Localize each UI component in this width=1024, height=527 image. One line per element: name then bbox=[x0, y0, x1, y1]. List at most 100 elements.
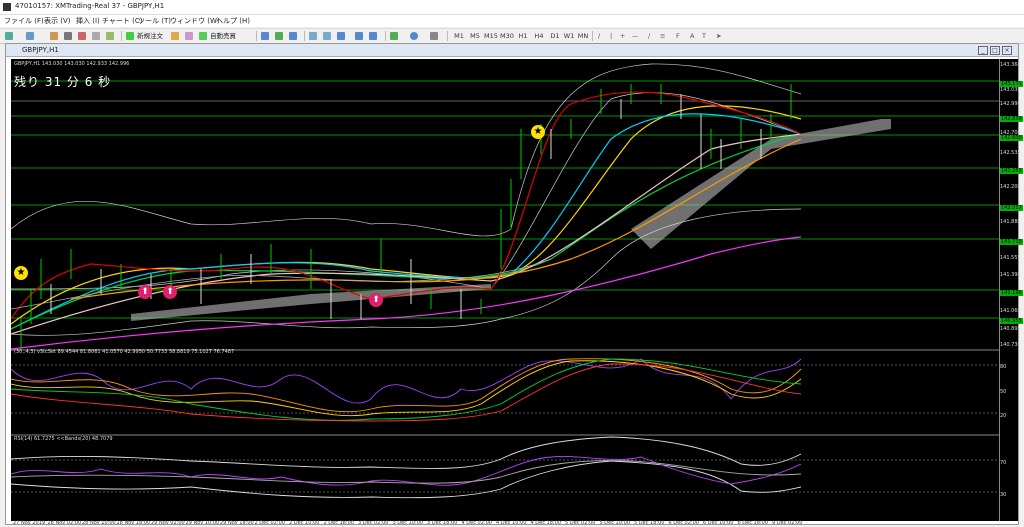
line-chart-icon[interactable] bbox=[289, 32, 297, 40]
price-axis-label: 142.830 bbox=[1000, 116, 1023, 122]
price-axis-label: 141.390 bbox=[1000, 272, 1021, 278]
templates-icon[interactable] bbox=[430, 32, 438, 40]
oscillator-axis-label: 20 bbox=[1000, 413, 1007, 419]
bar-chart-icon[interactable] bbox=[261, 32, 269, 40]
tf-w1[interactable]: W1 bbox=[562, 31, 576, 41]
auto-trade-icon[interactable] bbox=[199, 32, 207, 40]
time-axis-label: 6 Dec 18:00 bbox=[737, 520, 768, 526]
chart-window-titlebar: GBPJPY,H1 _ □ × bbox=[6, 44, 1018, 57]
fibonacci-icon[interactable]: F bbox=[676, 31, 680, 41]
tf-mn[interactable]: MN bbox=[576, 31, 590, 41]
channel-icon[interactable]: ≡ bbox=[660, 31, 665, 41]
time-axis-label: 29 Nov 10:00 bbox=[185, 520, 220, 526]
candlestick-icon[interactable] bbox=[275, 32, 283, 40]
metaeditor-icon[interactable] bbox=[171, 32, 179, 40]
tf-m1[interactable]: M1 bbox=[452, 31, 466, 41]
time-axis-label: 28 Nov 18:00 bbox=[116, 520, 151, 526]
time-axis-label: 6 Dec 10:00 bbox=[703, 520, 734, 526]
profiles-icon[interactable] bbox=[26, 32, 34, 40]
time-axis-label: 3 Dec 02:00 bbox=[358, 520, 389, 526]
alerts-icon[interactable] bbox=[185, 32, 193, 40]
trendline-icon[interactable]: / bbox=[648, 31, 650, 41]
price-axis-label: 141.196 bbox=[1000, 290, 1023, 296]
menu-window[interactable]: ウィンドウ (W) bbox=[170, 16, 220, 26]
price-axis-label: 141.555 bbox=[1000, 255, 1021, 261]
symbol-info: GBPJPY,H1 143.030 143.030 142.933 142.99… bbox=[14, 61, 130, 67]
menu-file[interactable]: ファイル (F) bbox=[4, 16, 44, 26]
autoscroll-icon[interactable] bbox=[355, 32, 363, 40]
menu-tools[interactable]: ツール (T) bbox=[138, 16, 171, 26]
minimize-icon[interactable]: _ bbox=[978, 46, 988, 55]
horizontal-line-icon[interactable]: — bbox=[632, 31, 639, 41]
new-chart-icon[interactable] bbox=[5, 32, 13, 40]
draw-line-icon[interactable]: / bbox=[598, 31, 600, 41]
menu-chart[interactable]: チャート (C) bbox=[102, 16, 143, 26]
tf-h1[interactable]: H1 bbox=[516, 31, 530, 41]
chart-canvas bbox=[11, 63, 999, 499]
chart-shift-icon[interactable] bbox=[369, 32, 377, 40]
app-icon bbox=[3, 3, 11, 11]
time-axis-label: 2 Dec 18:00 bbox=[323, 520, 354, 526]
arrows-icon[interactable]: ➤ bbox=[716, 31, 721, 41]
sell-arrow-marker: ⬆ bbox=[163, 285, 177, 299]
star-marker: ★ bbox=[14, 266, 28, 280]
time-axis-label: 27 Nov 2019 bbox=[13, 520, 46, 526]
oscillator-axis-label: 70 bbox=[1000, 460, 1007, 466]
time-axis-label: 2 Dec 10:00 bbox=[289, 520, 320, 526]
price-axis-label: 142.263 bbox=[1000, 168, 1023, 174]
terminal-icon[interactable] bbox=[92, 32, 100, 40]
chart-window-title: GBPJPY,H1 bbox=[22, 46, 59, 54]
maximize-icon[interactable]: □ bbox=[990, 46, 1000, 55]
tile-windows-icon[interactable] bbox=[337, 32, 345, 40]
stochastic-info: (30,.4,3) vStcSet 89.4544 81.8061 41.057… bbox=[14, 349, 235, 355]
time-axis-label: 4 Dec 10:00 bbox=[496, 520, 527, 526]
tf-m15[interactable]: M15 bbox=[484, 31, 498, 41]
new-order-button[interactable]: 新規注文 bbox=[137, 31, 163, 41]
tf-d1[interactable]: D1 bbox=[548, 31, 562, 41]
tf-h4[interactable]: H4 bbox=[532, 31, 546, 41]
time-axis-label: 28 Nov 10:00 bbox=[82, 520, 116, 526]
price-axis-label: 140.730 bbox=[1000, 342, 1021, 348]
navigator-icon[interactable] bbox=[78, 32, 86, 40]
time-axis-label: 6 Dec 02:00 bbox=[668, 520, 699, 526]
support-resistance-lines bbox=[11, 80, 999, 319]
tester-icon[interactable] bbox=[106, 32, 114, 40]
time-axis-label: 5 Dec 18:00 bbox=[634, 520, 665, 526]
indicators-icon[interactable] bbox=[390, 32, 398, 40]
time-axis-label: 9 Dec 02:00 bbox=[772, 520, 803, 526]
vertical-line-icon[interactable]: | bbox=[610, 31, 612, 41]
periods-icon[interactable] bbox=[410, 32, 418, 40]
toolbar: 新規注文 自動売買 M1 M5 M15 M30 H1 H4 D1 W1 MN /… bbox=[0, 28, 1024, 44]
crosshair-icon[interactable]: + bbox=[620, 31, 625, 41]
price-axis-label: 141.710 bbox=[1000, 239, 1023, 245]
new-order-icon[interactable] bbox=[126, 32, 134, 40]
time-axis-label: 4 Dec 18:00 bbox=[530, 520, 561, 526]
sell-arrow-marker: ⬆ bbox=[369, 293, 383, 307]
time-axis-label: 29 Nov 02:00 bbox=[151, 520, 185, 526]
label-tool-icon[interactable]: T bbox=[702, 31, 706, 41]
data-window-icon[interactable] bbox=[64, 32, 72, 40]
menu-view[interactable]: 表示 (V) bbox=[44, 16, 70, 26]
menu-help[interactable]: ヘルプ (H) bbox=[216, 16, 250, 26]
tf-m5[interactable]: M5 bbox=[468, 31, 482, 41]
candle-timer: 残り 31 分 6 秒 bbox=[14, 75, 112, 89]
tf-m30[interactable]: M30 bbox=[500, 31, 514, 41]
price-axis-label: 142.535 bbox=[1000, 150, 1021, 156]
menu-insert[interactable]: 挿入 (I) bbox=[76, 16, 100, 26]
text-tool-icon[interactable]: A bbox=[690, 31, 694, 41]
rsi-lines bbox=[11, 436, 999, 499]
zoom-out-icon[interactable] bbox=[323, 32, 331, 40]
price-axis-label: 143.360 bbox=[1000, 62, 1021, 68]
rsi-info: RSI(14) 61.7275 <<Bands(20) 48.7079 bbox=[14, 436, 113, 442]
close-icon[interactable]: × bbox=[1002, 46, 1012, 55]
time-axis-label: 28 Nov 02:00 bbox=[47, 520, 82, 526]
star-marker: ★ bbox=[531, 125, 545, 139]
auto-trade-button[interactable]: 自動売買 bbox=[210, 31, 236, 41]
price-axis-label: 142.200 bbox=[1000, 184, 1021, 190]
time-axis-label: 4 Dec 02:00 bbox=[461, 520, 492, 526]
oscillator-axis-label: 50 bbox=[1000, 389, 1007, 395]
market-watch-icon[interactable] bbox=[50, 32, 58, 40]
zoom-in-icon[interactable] bbox=[309, 32, 317, 40]
time-axis-label: 5 Dec 02:00 bbox=[565, 520, 596, 526]
price-chart[interactable] bbox=[11, 59, 999, 521]
